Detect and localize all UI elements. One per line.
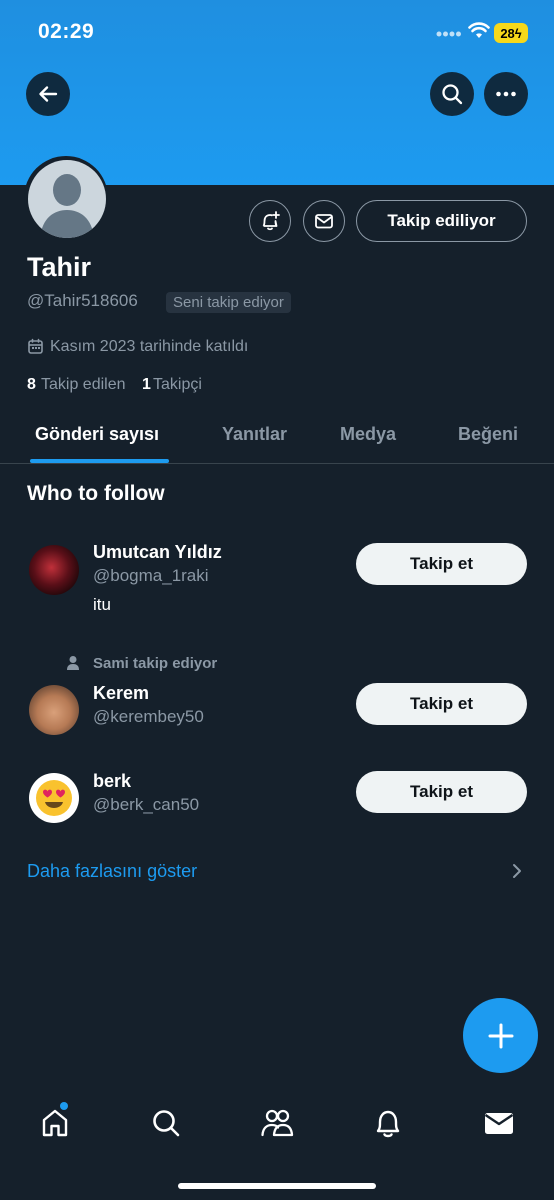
avatar[interactable] bbox=[29, 545, 79, 595]
more-icon bbox=[496, 91, 516, 97]
user-name[interactable]: berk bbox=[93, 771, 131, 792]
bell-plus-icon bbox=[262, 211, 280, 231]
tab-replies[interactable]: Yanıtlar bbox=[222, 424, 287, 445]
join-date: Kasım 2023 tarihinde katıldı bbox=[50, 338, 249, 355]
battery-indicator: 28 ϟ bbox=[494, 23, 528, 43]
show-more-link[interactable]: Daha fazlasını göster bbox=[27, 861, 197, 882]
avatar[interactable] bbox=[29, 773, 79, 823]
avatar[interactable] bbox=[29, 685, 79, 735]
nav-home[interactable] bbox=[35, 1103, 75, 1143]
envelope-icon bbox=[484, 1113, 514, 1134]
compose-button[interactable] bbox=[463, 998, 538, 1073]
back-button[interactable] bbox=[26, 72, 70, 116]
tab-likes[interactable]: Beğeni bbox=[458, 424, 518, 445]
following-label[interactable]: Takip edilen bbox=[41, 376, 126, 394]
nav-notifications[interactable] bbox=[368, 1103, 408, 1143]
followers-count[interactable]: 1 bbox=[142, 376, 151, 394]
heart-eyes-emoji-icon bbox=[36, 780, 72, 816]
chevron-right-icon[interactable] bbox=[510, 862, 524, 880]
following-button[interactable]: Takip ediliyor bbox=[356, 200, 527, 242]
wifi-icon bbox=[468, 22, 490, 38]
user-handle: @bogma_1raki bbox=[93, 566, 209, 585]
tab-posts[interactable]: Gönderi sayısı bbox=[35, 424, 159, 445]
user-handle: @kerembey50 bbox=[93, 707, 204, 726]
follows-you-badge: Seni takip ediyor bbox=[166, 292, 291, 313]
user-name[interactable]: Kerem bbox=[93, 683, 149, 704]
social-context: Sami takip ediyor bbox=[93, 655, 218, 672]
notifications-toggle-button[interactable] bbox=[249, 200, 291, 242]
tab-media[interactable]: Medya bbox=[340, 424, 396, 445]
message-button[interactable] bbox=[303, 200, 345, 242]
followers-label[interactable]: Takipçi bbox=[153, 376, 202, 394]
status-time: 02:29 bbox=[38, 20, 95, 43]
home-icon bbox=[42, 1109, 68, 1137]
search-icon bbox=[153, 1110, 180, 1137]
following-count[interactable]: 8 bbox=[27, 376, 36, 394]
follow-button[interactable]: Takip et bbox=[356, 683, 527, 725]
calendar-icon bbox=[28, 338, 43, 354]
more-options-button[interactable] bbox=[484, 72, 528, 116]
charging-icon: ϟ bbox=[514, 25, 522, 41]
profile-avatar[interactable] bbox=[28, 160, 106, 238]
user-bio: itu bbox=[93, 595, 111, 614]
notification-dot bbox=[60, 1102, 68, 1110]
follow-button[interactable]: Takip et bbox=[356, 543, 527, 585]
user-handle: @berk_can50 bbox=[93, 795, 200, 814]
nav-communities[interactable] bbox=[257, 1103, 297, 1143]
communities-icon bbox=[261, 1109, 294, 1137]
nav-messages[interactable] bbox=[479, 1103, 519, 1143]
mail-icon bbox=[315, 214, 333, 229]
default-avatar-icon bbox=[40, 174, 94, 238]
divider bbox=[0, 463, 554, 464]
profile-handle: @Tahir518606 bbox=[27, 291, 138, 310]
bell-icon bbox=[376, 1110, 400, 1138]
person-icon bbox=[67, 656, 79, 670]
profile-name: Tahir bbox=[27, 252, 92, 282]
search-icon bbox=[442, 84, 463, 105]
signal-icon bbox=[436, 31, 461, 37]
battery-level: 28 bbox=[500, 25, 515, 41]
who-to-follow-title: Who to follow bbox=[27, 482, 165, 505]
home-indicator[interactable] bbox=[178, 1183, 376, 1189]
follow-button[interactable]: Takip et bbox=[356, 771, 527, 813]
plus-icon bbox=[488, 1023, 513, 1048]
search-button[interactable] bbox=[430, 72, 474, 116]
nav-search[interactable] bbox=[146, 1103, 186, 1143]
back-arrow-icon bbox=[39, 86, 58, 102]
user-name[interactable]: Umutcan Yıldız bbox=[93, 542, 222, 563]
